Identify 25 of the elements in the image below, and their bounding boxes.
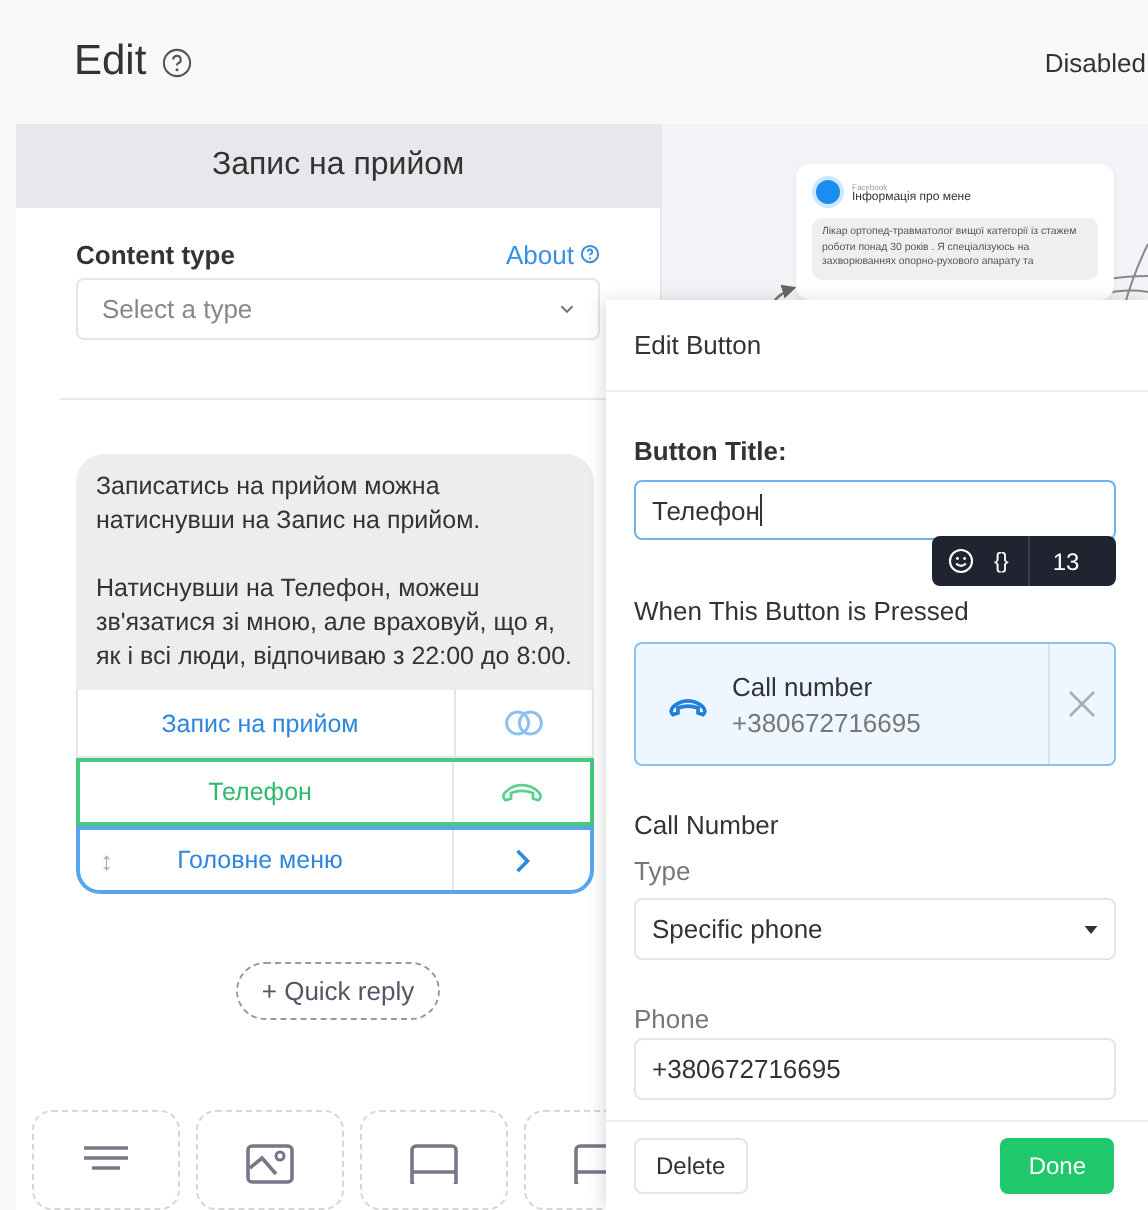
field-label: Type bbox=[634, 856, 693, 886]
message-bubble[interactable]: Записатись на прийом можна натиснувши на Запис на прийом. Натиснувши на Телефон, можеш зв'язатися зі мною, але враховуй, що я, як і всі люди, відпочиваю з 22:00 до 8:00. bbox=[76, 454, 594, 690]
field-label: Button Title: bbox=[634, 436, 789, 466]
message-text: Натиснувши на Телефон, можеш зв'язатися зі мною, але враховуй, що я, як і всі люди, відпочиваю з 22:00 до 8:00. bbox=[96, 572, 575, 674]
quick-reply-button[interactable]: + Quick reply bbox=[235, 962, 441, 1020]
variables-button[interactable]: {} bbox=[994, 549, 1009, 573]
section-label: When This Button is Pressed bbox=[634, 596, 971, 626]
page-title: Edit bbox=[74, 38, 147, 86]
status-label: Disabled bbox=[1044, 47, 1146, 77]
section-title: Call Number bbox=[634, 810, 781, 840]
content-type-label: Content type bbox=[76, 239, 235, 269]
message-button[interactable]: Запис на прийом bbox=[76, 690, 594, 758]
field-label: Phone bbox=[634, 1004, 712, 1034]
phone-field[interactable]: +380672716695 bbox=[634, 1038, 1116, 1100]
message-button[interactable]: ↕ Головне меню bbox=[76, 826, 594, 894]
panel-title: Edit Button bbox=[606, 300, 1148, 392]
message-text: Записатись на прийом можна натиснувши на Запис на прийом. bbox=[96, 470, 483, 538]
type-select[interactable]: Select a type bbox=[76, 278, 600, 340]
block-title: Запис на прийом bbox=[211, 148, 465, 184]
action-title: Call number bbox=[732, 671, 875, 701]
action-card[interactable]: Call number +380672716695 bbox=[634, 642, 1116, 766]
delete-button[interactable]: Delete bbox=[634, 1138, 748, 1194]
type-dropdown[interactable]: Specific phone bbox=[634, 898, 1116, 960]
action-value: +380672716695 bbox=[732, 707, 923, 737]
character-count: 13 bbox=[1028, 536, 1080, 586]
